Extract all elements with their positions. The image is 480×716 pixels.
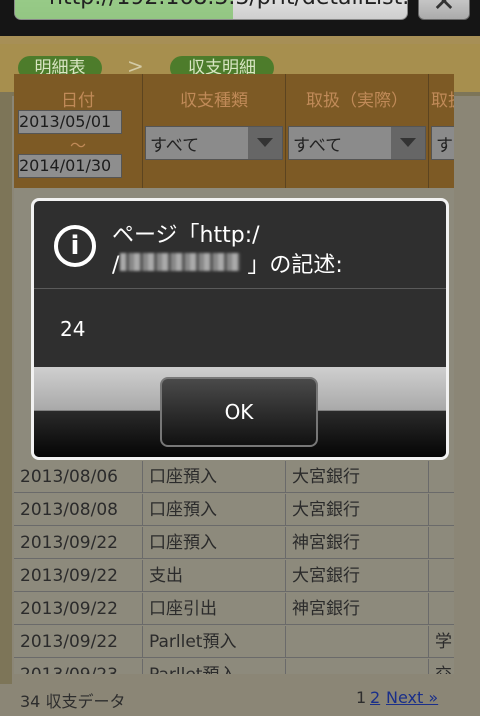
- page-2-link[interactable]: 2: [370, 688, 380, 707]
- site-banner: [0, 36, 480, 44]
- handler2-filter-select[interactable]: す: [431, 126, 454, 160]
- type-filter-select[interactable]: すべて: [145, 126, 283, 160]
- date-from-input[interactable]: 2013/05/01: [18, 110, 122, 134]
- cell-date: 2013/09/23: [14, 659, 143, 674]
- info-icon: i: [54, 225, 96, 267]
- cell-extra: [429, 527, 454, 559]
- cell-date: 2013/09/22: [14, 593, 143, 625]
- handler-filter-value: すべて: [293, 136, 343, 156]
- table-row[interactable]: 2013/09/22 口座引出 神宮銀行: [14, 593, 454, 626]
- url-field[interactable]: http://192.168.3.3/prit/detailList.h...: [14, 0, 408, 20]
- ok-button[interactable]: OK: [160, 377, 318, 447]
- table-row[interactable]: 2013/09/23 Parllet預入 交: [14, 659, 454, 674]
- header-date-label: 日付: [61, 91, 95, 111]
- dialog-titlebar: i ページ「http:/ / 」の記述:: [34, 201, 446, 287]
- cell-handler: 神宮銀行: [286, 593, 429, 625]
- next-page-link[interactable]: Next »: [386, 688, 438, 707]
- record-count: 34 収支データ: [20, 692, 126, 711]
- handler-filter-select[interactable]: すべて: [288, 126, 426, 160]
- alert-dialog: i ページ「http:/ / 」の記述: 24 OK: [31, 198, 449, 460]
- table-row[interactable]: 2013/09/22 支出 大宮銀行: [14, 560, 454, 593]
- dialog-title-prefix: /: [112, 253, 120, 278]
- cell-extra: 交: [429, 659, 454, 674]
- cell-extra: [429, 494, 454, 526]
- page-1: 1: [356, 688, 367, 707]
- browser-url-bar: http://192.168.3.3/prit/detailList.h... …: [0, 0, 480, 36]
- table-footer: 34 収支データ 1 2 Next »: [0, 684, 480, 716]
- type-filter-value: すべて: [150, 136, 200, 156]
- cell-date: 2013/09/22: [14, 560, 143, 592]
- table-row[interactable]: 2013/09/22 Parllet預入 学: [14, 626, 454, 659]
- header-handler-label: 取扱: [431, 91, 454, 111]
- chevron-down-icon: [391, 127, 425, 159]
- redacted-host-blur: [120, 253, 240, 271]
- header-date: 日付 2013/05/01 ～ 2014/01/30: [14, 74, 143, 188]
- header-handler-actual-label: 取扱（実際）: [306, 91, 408, 111]
- cell-type: 支出: [143, 560, 286, 592]
- header-type-label: 収支種類: [180, 91, 248, 111]
- table-row[interactable]: 2013/09/22 口座預入 神宮銀行: [14, 527, 454, 560]
- cell-type: 口座預入: [143, 461, 286, 493]
- cell-handler: 大宮銀行: [286, 494, 429, 526]
- cell-date: 2013/09/22: [14, 527, 143, 559]
- table-row[interactable]: 2013/08/08 口座預入 大宮銀行: [14, 494, 454, 527]
- header-handler-actual: 取扱（実際） すべて: [286, 74, 429, 188]
- chevron-down-icon: [248, 127, 282, 159]
- cell-date: 2013/08/08: [14, 494, 143, 526]
- cell-extra: 学: [429, 626, 454, 658]
- date-range-separator: ～: [69, 136, 86, 155]
- dialog-title-line1: ページ「http:/: [112, 223, 260, 248]
- url-text: http://192.168.3.3/prit/detailList.h...: [49, 0, 407, 10]
- cell-handler: [286, 659, 429, 674]
- close-icon[interactable]: ✕: [418, 0, 470, 20]
- header-handler: 取扱 す: [429, 74, 454, 188]
- cell-extra: [429, 593, 454, 625]
- cell-handler: 大宮銀行: [286, 461, 429, 493]
- dialog-message: 24: [60, 317, 86, 341]
- cell-type: 口座預入: [143, 494, 286, 526]
- cell-type: 口座預入: [143, 527, 286, 559]
- cell-type: Parllet預入: [143, 659, 286, 674]
- date-to-input[interactable]: 2014/01/30: [18, 154, 122, 178]
- cell-handler: [286, 626, 429, 658]
- cell-type: 口座引出: [143, 593, 286, 625]
- dialog-divider: [34, 288, 446, 289]
- cell-handler: 大宮銀行: [286, 560, 429, 592]
- dialog-title-suffix: 」の記述:: [247, 253, 343, 278]
- header-type: 収支種類 すべて: [143, 74, 286, 188]
- cell-date: 2013/09/22: [14, 626, 143, 658]
- cell-date: 2013/08/06: [14, 461, 143, 493]
- handler2-filter-value: す: [436, 136, 453, 156]
- table-row[interactable]: 2013/08/06 口座預入 大宮銀行: [14, 461, 454, 494]
- cell-type: Parllet預入: [143, 626, 286, 658]
- cell-extra: [429, 560, 454, 592]
- cell-extra: [429, 461, 454, 493]
- cell-handler: 神宮銀行: [286, 527, 429, 559]
